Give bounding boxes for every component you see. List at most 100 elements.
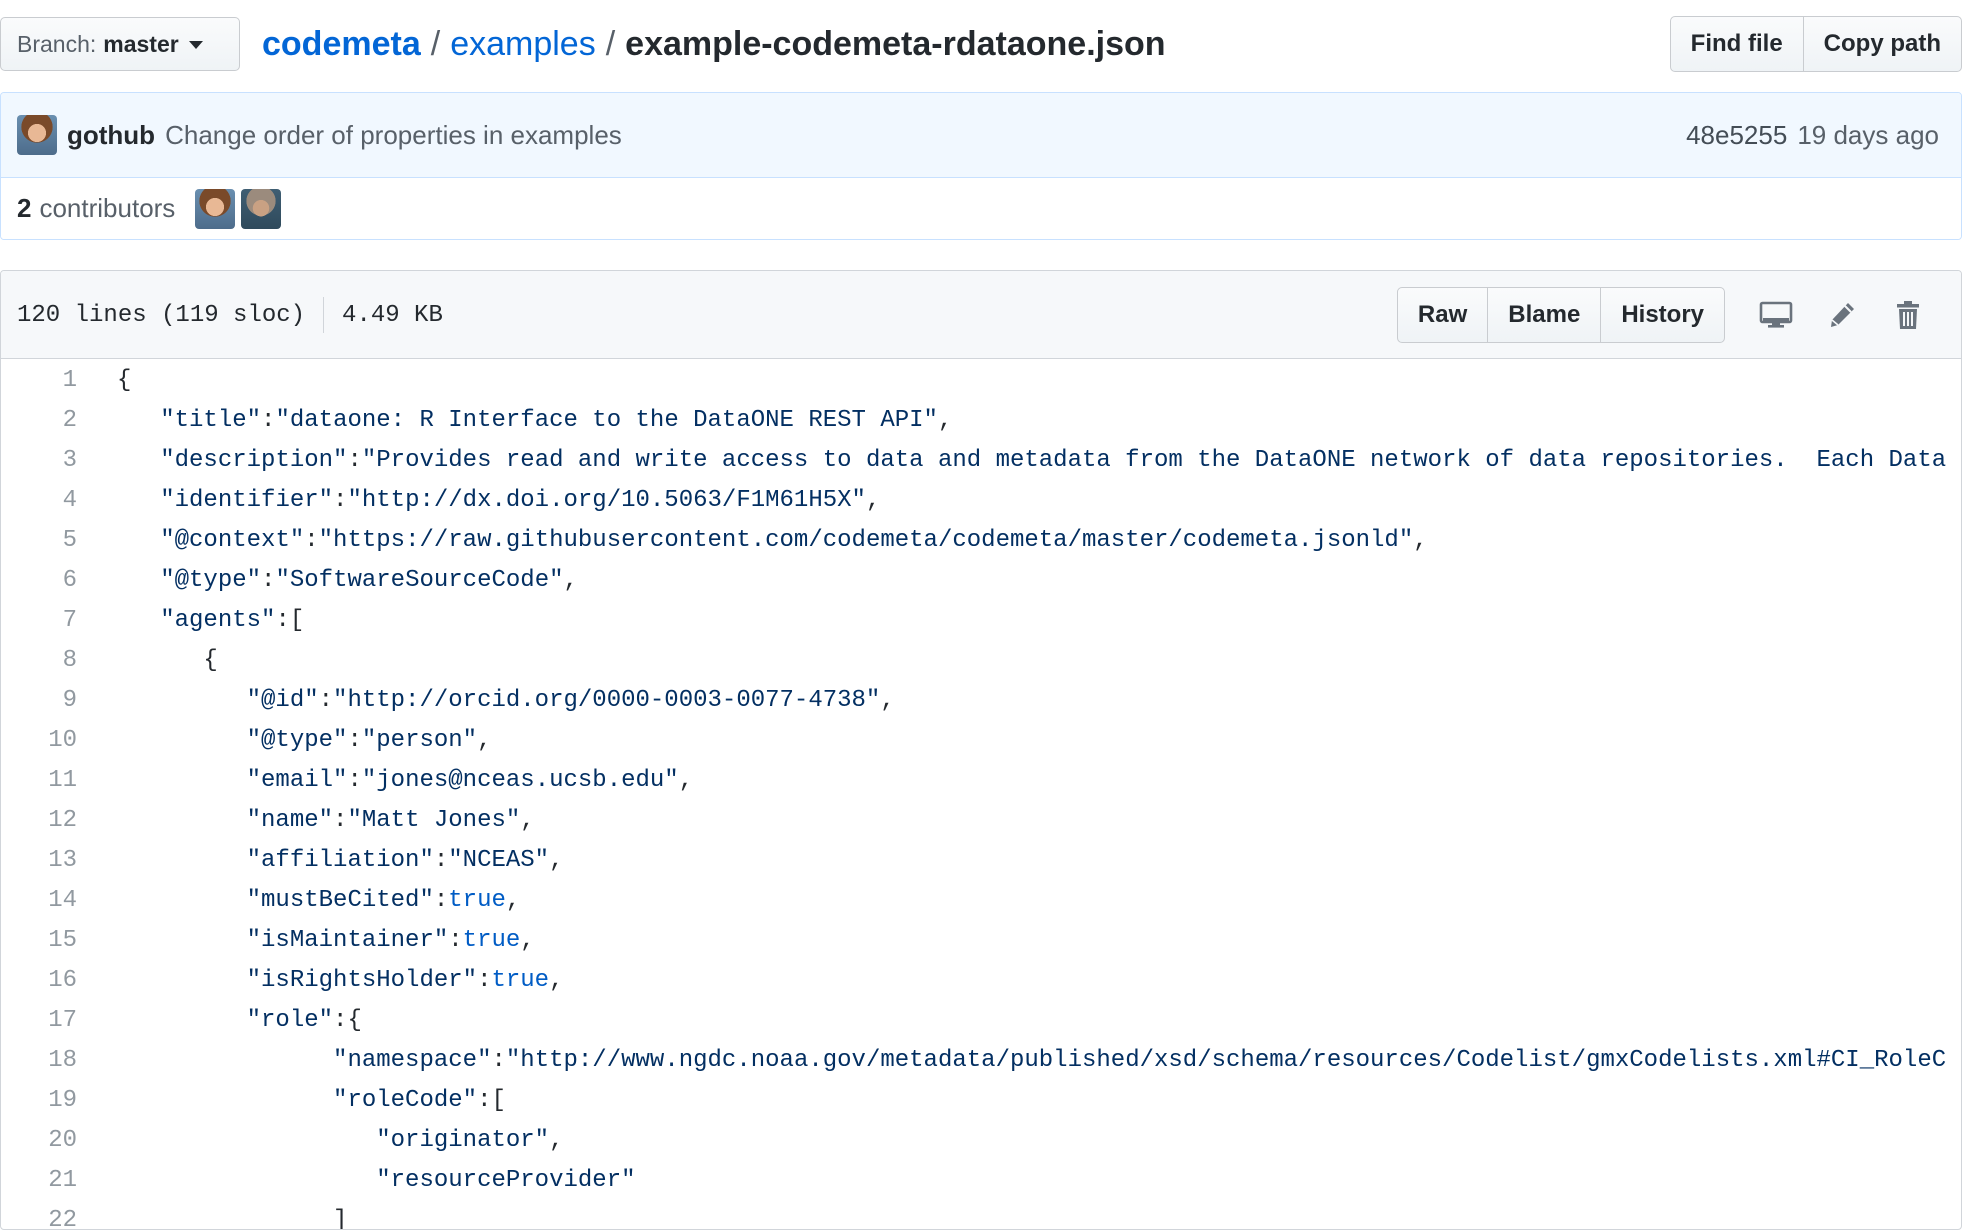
code-string: "agents" [160,607,276,634]
code-punctuation: : [433,847,449,874]
code-punctuation: : [261,407,276,434]
raw-button[interactable]: Raw [1396,287,1489,343]
code-punctuation: , [477,727,492,754]
line-number[interactable]: 19 [1,1081,79,1121]
code-line: 2 "title":"dataone: R Interface to the D… [1,401,1961,441]
code-punctuation: : [448,927,463,954]
code-line: 9 "@id":"http://orcid.org/0000-0003-0077… [1,681,1961,721]
avatar[interactable] [241,188,282,229]
code-string: "@id" [246,687,319,714]
desktop-icon [1759,301,1793,328]
code-punctuation: : [304,527,319,554]
code-string: "resourceProvider" [376,1167,636,1194]
line-content: "isRightsHolder":true, [79,961,564,1001]
line-content: "resourceProvider" [79,1161,636,1201]
file-size: 4.49 KB [342,301,443,329]
line-number[interactable]: 2 [1,401,79,441]
line-number[interactable]: 18 [1,1041,79,1081]
line-number[interactable]: 10 [1,721,79,761]
branch-select-button[interactable]: Branch: master [0,17,240,71]
code-line: 4 "identifier":"http://dx.doi.org/10.506… [1,481,1961,521]
line-number[interactable]: 8 [1,641,79,681]
contributors-label[interactable]: contributors [39,193,175,224]
code-listing: 1{2 "title":"dataone: R Interface to the… [1,359,1961,1229]
breadcrumb: codemeta / examples / example-codemeta-rdata… [262,20,1166,68]
delete-file-button[interactable] [1875,287,1941,343]
avatar[interactable] [195,188,236,229]
code-string: "dataone: R Interface to the DataONE RES… [275,407,938,434]
code-line: 6 "@type":"SoftwareSourceCode", [1,561,1961,601]
history-button[interactable]: History [1600,287,1725,343]
commit-message-link[interactable]: Change order of properties in examples [165,120,622,151]
breadcrumb-separator: / [605,25,616,63]
code-punctuation: : [318,687,334,714]
file-viewer: 120 lines (119 sloc) 4.49 KB Raw Blame H… [0,270,1962,1230]
line-number[interactable]: 6 [1,561,79,601]
line-number[interactable]: 1 [1,361,79,401]
code-line: 17 "role":{ [1,1001,1961,1041]
commit-sha-link[interactable]: 48e5255 [1686,120,1787,151]
line-number[interactable]: 3 [1,441,79,481]
contributors-count[interactable]: 2 [17,193,31,224]
file-line-count: 120 lines (119 sloc) [17,301,306,329]
line-content: "name":"Matt Jones", [79,801,535,841]
line-number[interactable]: 16 [1,961,79,1001]
line-number[interactable]: 9 [1,681,79,721]
line-number[interactable]: 17 [1,1001,79,1041]
edit-file-button[interactable] [1809,287,1875,343]
line-number[interactable]: 21 [1,1161,79,1201]
code-punctuation: : [347,447,362,474]
code-punctuation: : [333,487,348,514]
code-punctuation: , [880,687,895,714]
line-number[interactable]: 4 [1,481,79,521]
divider [323,297,325,333]
line-number[interactable]: 15 [1,921,79,961]
code-punctuation: , [563,567,578,594]
code-punctuation: : [333,807,348,834]
code-string: "http://www.ngdc.noaa.gov/metadata/publi… [505,1047,1947,1074]
code-string: "http://orcid.org/0000-0003-0077-4738" [333,687,881,714]
breadcrumb-dir-link[interactable]: examples [450,25,596,63]
blame-button[interactable]: Blame [1487,287,1602,343]
line-number[interactable]: 11 [1,761,79,801]
code-string: "identifier" [160,487,334,514]
file-info: 120 lines (119 sloc) 4.49 KB [17,271,443,359]
commit-author-link[interactable]: gothub [67,120,155,151]
line-number[interactable]: 12 [1,801,79,841]
line-content: "role":{ [79,1001,362,1041]
code-punctuation: : [433,887,449,914]
line-content: "namespace":"http://www.ngdc.noaa.gov/me… [79,1041,1946,1081]
copy-path-button[interactable]: Copy path [1802,16,1962,72]
find-file-button[interactable]: Find file [1669,16,1804,72]
line-number[interactable]: 14 [1,881,79,921]
line-number[interactable]: 7 [1,601,79,641]
line-number[interactable]: 13 [1,841,79,881]
breadcrumb-repo-link[interactable]: codemeta [262,25,421,63]
code-line: 1{ [1,361,1961,401]
code-punctuation: , [520,927,535,954]
code-string: "isRightsHolder" [246,967,478,994]
line-content: "@type":"person", [79,721,492,761]
code-line: 5 "@context":"https://raw.githubusercont… [1,521,1961,561]
open-desktop-button[interactable] [1743,287,1809,343]
line-content: "description":"Provides read and write a… [79,441,1946,481]
file-header: 120 lines (119 sloc) 4.49 KB Raw Blame H… [1,271,1961,359]
code-punctuation: , [549,1127,564,1154]
avatar[interactable] [17,115,57,155]
code-string: "@context" [160,527,305,554]
branch-label: Branch: [17,30,97,57]
code-line: 14 "mustBeCited":true, [1,881,1961,921]
code-string: "email" [246,767,348,794]
code-string: "mustBeCited" [246,887,434,914]
line-number[interactable]: 5 [1,521,79,561]
line-number[interactable]: 22 [1,1201,79,1229]
line-number[interactable]: 20 [1,1121,79,1161]
